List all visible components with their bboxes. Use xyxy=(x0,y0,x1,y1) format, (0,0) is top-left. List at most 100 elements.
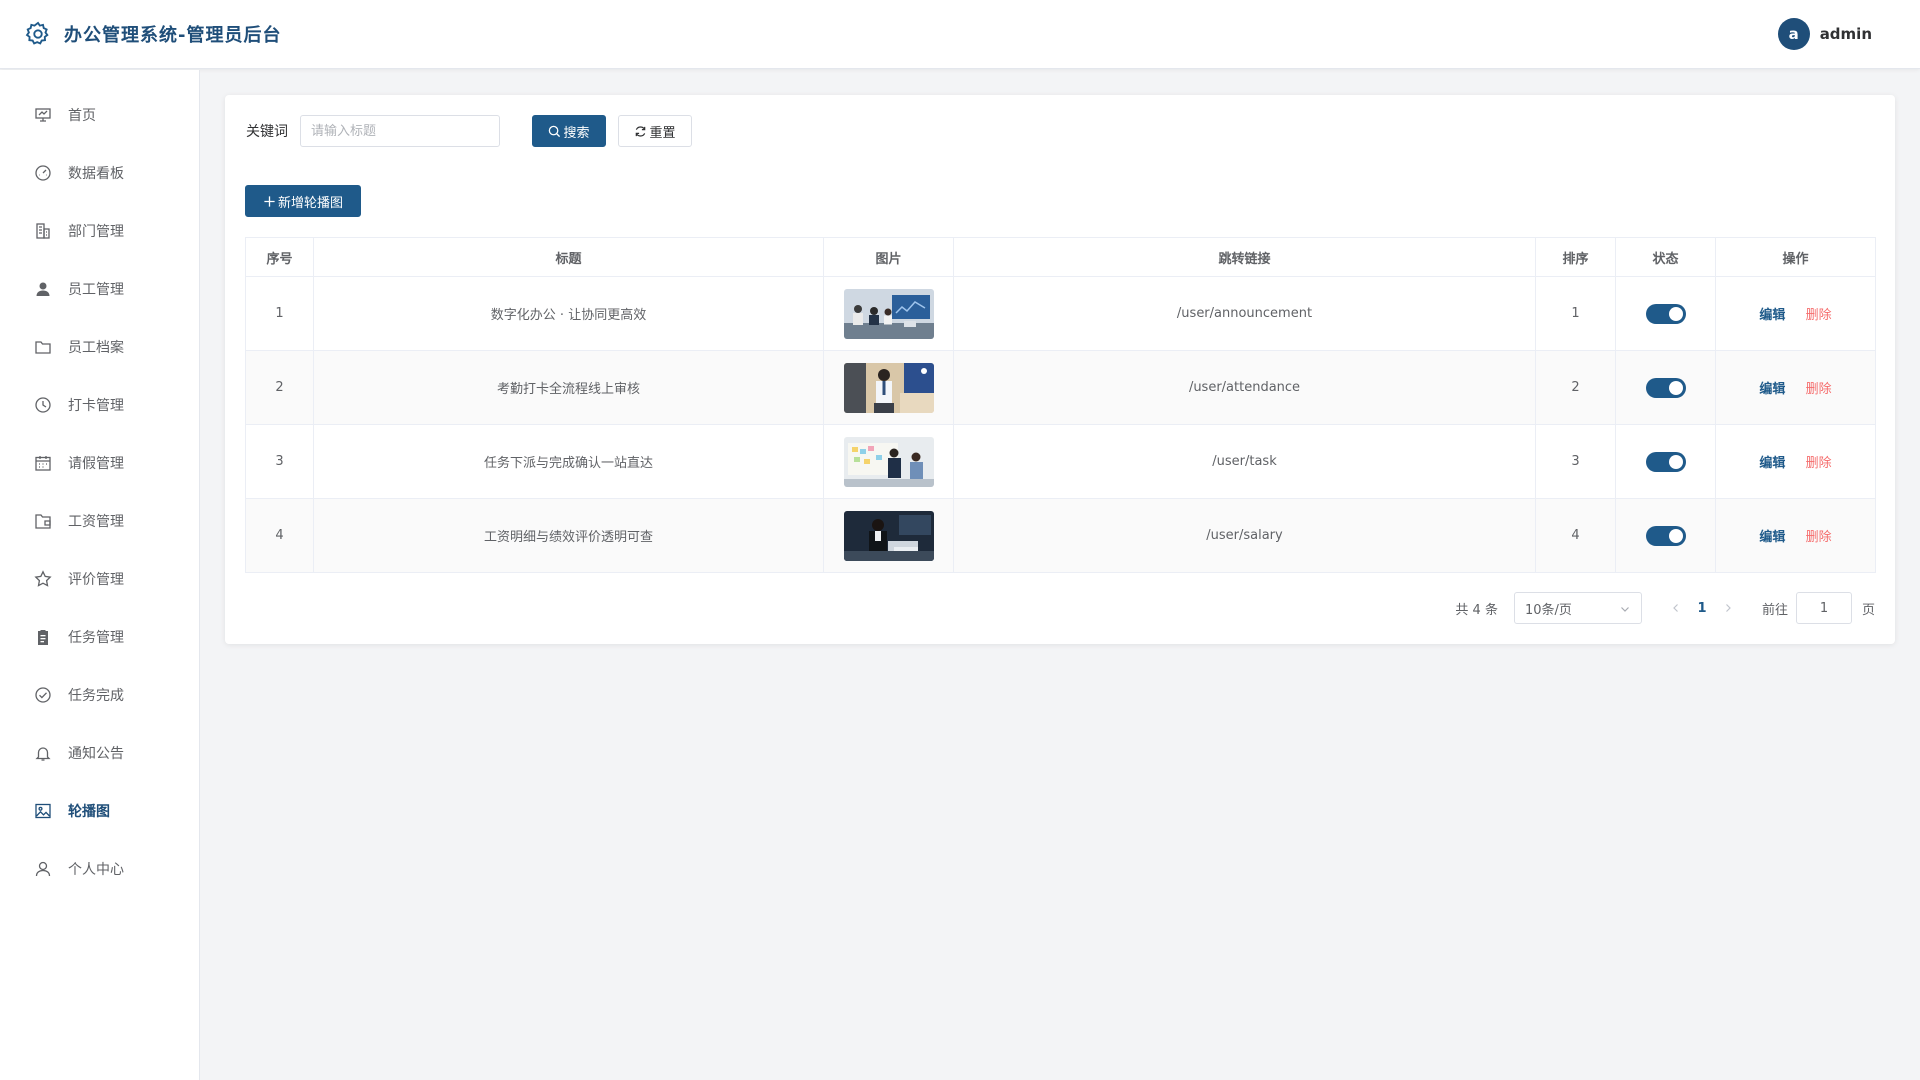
sidebar-item-dashboard[interactable]: 数据看板 xyxy=(0,144,199,202)
cell-index: 2 xyxy=(245,350,314,425)
sidebar-item-departments[interactable]: 部门管理 xyxy=(0,202,199,260)
cell-link: /user/attendance xyxy=(953,350,1536,425)
star-icon xyxy=(34,570,52,588)
sidebar-item-home[interactable]: 首页 xyxy=(0,86,199,144)
cell-status xyxy=(1615,498,1716,573)
status-toggle[interactable] xyxy=(1645,303,1686,324)
cell-sort: 2 xyxy=(1535,350,1616,425)
cell-title: 考勤打卡全流程线上审核 xyxy=(313,350,824,425)
cell-index: 1 xyxy=(245,276,314,351)
keyword-label: 关键词 xyxy=(246,124,288,140)
reset-button-label: 重置 xyxy=(649,125,676,141)
chevron-left-icon xyxy=(1673,604,1678,612)
prev-page-button[interactable] xyxy=(1666,602,1686,614)
cell-image xyxy=(823,498,954,573)
sidebar-item-archives[interactable]: 员工档案 xyxy=(0,318,199,376)
cell-image xyxy=(823,424,954,499)
delete-button[interactable]: 删除 xyxy=(1806,308,1832,323)
cell-link: /user/task xyxy=(953,424,1536,499)
next-page-button[interactable] xyxy=(1718,602,1738,614)
status-toggle[interactable] xyxy=(1645,451,1686,472)
sidebar-item-label: 任务完成 xyxy=(68,688,124,704)
avatar[interactable]: a xyxy=(1777,18,1810,50)
gear-icon xyxy=(24,20,52,48)
sidebar-item-label: 工资管理 xyxy=(68,514,124,530)
sidebar: 首页 数据看板 部门管理 员工管理 员工档案 打卡管理 请假管理 工资管理 评价… xyxy=(0,70,200,1080)
delete-button[interactable]: 删除 xyxy=(1806,456,1832,471)
keyword-input[interactable] xyxy=(300,115,500,147)
table-row: 1 数字化办公 · 让协同更高效 /user/announcement 1 编辑… xyxy=(245,276,1876,351)
sidebar-item-label: 数据看板 xyxy=(68,166,124,182)
meeting-photo[interactable] xyxy=(843,288,934,339)
sidebar-item-attendance[interactable]: 打卡管理 xyxy=(0,376,199,434)
sidebar-item-notices[interactable]: 通知公告 xyxy=(0,724,199,782)
edit-button[interactable]: 编辑 xyxy=(1759,530,1785,545)
edit-button[interactable]: 编辑 xyxy=(1759,456,1785,471)
sidebar-item-salary[interactable]: 工资管理 xyxy=(0,492,199,550)
page-suffix: 页 xyxy=(1861,602,1875,618)
user-menu[interactable]: a admin xyxy=(1777,18,1872,50)
total-count: 共 4 条 xyxy=(1455,602,1498,618)
sidebar-item-label: 请假管理 xyxy=(68,456,124,472)
sidebar-item-carousel[interactable]: 轮播图 xyxy=(0,782,199,840)
sidebar-item-tasks[interactable]: 任务管理 xyxy=(0,608,199,666)
cell-status xyxy=(1615,424,1716,499)
page-size-value: 10条/页 xyxy=(1524,602,1572,618)
sidebar-item-label: 通知公告 xyxy=(68,746,124,762)
laptop-worker-photo[interactable] xyxy=(843,510,934,561)
wallet-folder-icon xyxy=(34,512,52,530)
sidebar-item-leave[interactable]: 请假管理 xyxy=(0,434,199,492)
cell-image xyxy=(823,276,954,351)
sidebar-item-label: 轮播图 xyxy=(68,804,110,820)
sidebar-item-label: 员工档案 xyxy=(68,340,124,356)
whiteboard-photo[interactable] xyxy=(843,436,934,487)
sidebar-item-reviews[interactable]: 评价管理 xyxy=(0,550,199,608)
sidebar-item-profile[interactable]: 个人中心 xyxy=(0,840,199,898)
table-header-row: 序号 标题 图片 跳转链接 排序 状态 操作 xyxy=(245,237,1876,277)
goto-page-input[interactable] xyxy=(1795,592,1852,624)
search-button[interactable]: 搜索 xyxy=(532,115,606,147)
add-carousel-button[interactable]: 新增轮播图 xyxy=(245,185,361,217)
cell-link: /user/salary xyxy=(953,498,1536,573)
status-toggle[interactable] xyxy=(1645,377,1686,398)
bell-icon xyxy=(34,744,52,762)
reset-button[interactable]: 重置 xyxy=(618,115,692,147)
sidebar-item-employees[interactable]: 员工管理 xyxy=(0,260,199,318)
cell-actions: 编辑 删除 xyxy=(1715,498,1876,573)
cell-actions: 编辑 删除 xyxy=(1715,276,1876,351)
sidebar-item-label: 个人中心 xyxy=(68,862,124,878)
column-header-status: 状态 xyxy=(1615,237,1716,277)
cell-link: /user/announcement xyxy=(953,276,1536,351)
add-button-label: 新增轮播图 xyxy=(277,195,343,211)
refresh-icon xyxy=(634,125,647,138)
delete-button[interactable]: 删除 xyxy=(1806,382,1832,397)
carousel-list-panel: 关键词 搜索 重置 新增轮播图 序号 标题 图片 跳转链接 排序 状态 操作 xyxy=(225,95,1895,644)
cell-actions: 编辑 删除 xyxy=(1715,350,1876,425)
column-header-index: 序号 xyxy=(245,237,314,277)
cell-title: 数字化办公 · 让协同更高效 xyxy=(313,276,824,351)
page-size-select[interactable]: 10条/页 xyxy=(1513,592,1642,624)
cell-status xyxy=(1615,276,1716,351)
page-number-current[interactable]: 1 xyxy=(1686,601,1718,616)
column-header-link: 跳转链接 xyxy=(953,237,1536,277)
status-toggle[interactable] xyxy=(1645,525,1686,546)
cell-index: 3 xyxy=(245,424,314,499)
top-header: 办公管理系统-管理员后台 a admin xyxy=(0,0,1920,69)
edit-button[interactable]: 编辑 xyxy=(1759,382,1785,397)
sidebar-item-label: 部门管理 xyxy=(68,224,124,240)
sidebar-item-label: 任务管理 xyxy=(68,630,124,646)
column-header-image: 图片 xyxy=(823,237,954,277)
edit-button[interactable]: 编辑 xyxy=(1759,308,1785,323)
office-worker-photo[interactable] xyxy=(843,362,934,413)
clipboard-icon xyxy=(34,628,52,646)
search-button-label: 搜索 xyxy=(563,125,590,141)
column-header-actions: 操作 xyxy=(1715,237,1876,277)
sidebar-item-task-completion[interactable]: 任务完成 xyxy=(0,666,199,724)
delete-button[interactable]: 删除 xyxy=(1806,530,1832,545)
sidebar-item-label: 评价管理 xyxy=(68,572,124,588)
table-row: 4 工资明细与绩效评价透明可查 /user/salary 4 编辑 删除 xyxy=(245,498,1876,573)
table-row: 3 任务下派与完成确认一站直达 /user/task 3 编辑 删除 xyxy=(245,424,1876,499)
sidebar-item-label: 首页 xyxy=(68,108,96,124)
username[interactable]: admin xyxy=(1820,25,1872,43)
sidebar-item-label: 员工管理 xyxy=(68,282,124,298)
